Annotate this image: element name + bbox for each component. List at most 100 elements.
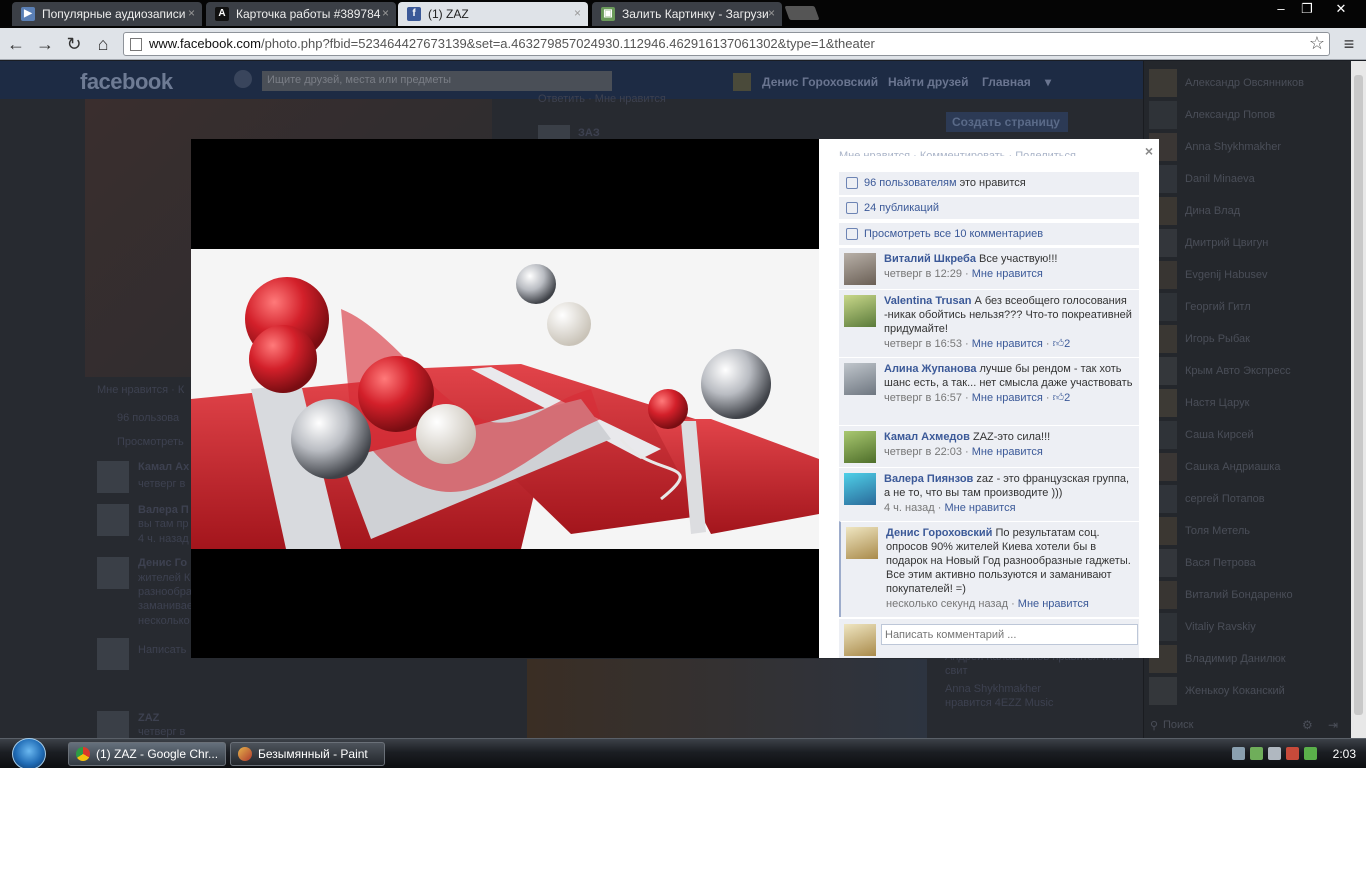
taskbar-item-chrome[interactable]: (1) ZAZ - Google Chr... xyxy=(68,742,226,766)
close-tab-icon[interactable]: × xyxy=(382,6,389,20)
volume-icon[interactable] xyxy=(1286,747,1299,760)
home-icon[interactable]: ⌂ xyxy=(92,33,114,55)
chat-friend-row[interactable]: Настя Царук xyxy=(1149,389,1349,417)
chat-friend-row[interactable]: Сашка Андриашка xyxy=(1149,453,1349,481)
chat-friend-row[interactable]: Вася Петрова xyxy=(1149,549,1349,577)
page-scrollbar[interactable] xyxy=(1351,61,1366,738)
tray-icon[interactable] xyxy=(1232,747,1245,760)
commenter-avatar[interactable] xyxy=(844,431,876,463)
dim-replies: Ответить · Мне нравится xyxy=(538,93,666,105)
dim-view-text: Просмотреть xyxy=(117,436,184,448)
chat-search-input[interactable]: Поиск xyxy=(1145,715,1285,735)
comment-time[interactable]: четверг в 16:53 xyxy=(884,338,962,350)
chat-friend-row[interactable]: Георгий Гитл xyxy=(1149,293,1349,321)
chat-friend-row[interactable]: Женькоу Коканский xyxy=(1149,677,1349,705)
chat-friend-row[interactable]: Vitaliy Ravskiy xyxy=(1149,613,1349,641)
chat-friend-row[interactable]: Толя Метель xyxy=(1149,517,1349,545)
commenter-avatar[interactable] xyxy=(844,295,876,327)
bookmark-star-icon[interactable]: ☆ xyxy=(1309,33,1325,54)
reload-icon[interactable]: ↻ xyxy=(63,33,85,55)
view-all-comments-link[interactable]: Просмотреть все 10 комментариев xyxy=(864,228,1043,240)
comment-like-count[interactable]: 2 xyxy=(1064,392,1070,404)
back-icon[interactable]: ← xyxy=(5,33,27,55)
close-window-button[interactable]: ✕ xyxy=(1325,0,1357,18)
comment-like-link[interactable]: Мне нравится xyxy=(944,502,1015,514)
chat-friend-row[interactable]: Владимир Данилюк xyxy=(1149,645,1349,673)
comment-author[interactable]: Valentina Trusan xyxy=(884,295,971,307)
chat-friend-row[interactable]: Anna Shykhmakher xyxy=(1149,133,1349,161)
close-tab-icon[interactable]: × xyxy=(574,6,581,20)
thumbs-up-icon: 👍︎ xyxy=(1052,392,1065,404)
comment-author[interactable]: Валера Пиянзов xyxy=(884,473,973,485)
shares-link[interactable]: 24 публикаций xyxy=(864,202,939,214)
chevron-down-icon[interactable]: ▾ xyxy=(1045,75,1051,89)
comment-time[interactable]: несколько секунд назад xyxy=(886,598,1008,610)
facebook-icon: f xyxy=(407,7,421,21)
user-avatar[interactable] xyxy=(733,73,751,91)
address-bar[interactable]: www.facebook.com/photo.php?fbid=52346442… xyxy=(123,32,1330,56)
chat-friend-row[interactable]: Игорь Рыбак xyxy=(1149,325,1349,353)
close-tab-icon[interactable]: × xyxy=(768,6,775,20)
comment-text: Все участвую!!! xyxy=(979,253,1058,265)
commenter-avatar[interactable] xyxy=(844,473,876,505)
taskbar-item-paint[interactable]: Безымянный - Paint xyxy=(230,742,385,766)
facebook-logo[interactable]: facebook xyxy=(80,69,173,95)
tray-icon[interactable] xyxy=(1250,747,1263,760)
chat-friend-row[interactable]: Виталий Бондаренко xyxy=(1149,581,1349,609)
comment-like-link[interactable]: Мне нравится xyxy=(972,338,1043,350)
comment-time[interactable]: 4 ч. назад xyxy=(884,502,935,514)
chat-friend-row[interactable]: Саша Кирсей xyxy=(1149,421,1349,449)
notifications-icon[interactable] xyxy=(234,70,252,88)
chat-friend-row[interactable]: Александр Овсянников xyxy=(1149,69,1349,97)
tab-image-upload[interactable]: ▣ Залить Картинку - Загрузи × xyxy=(592,2,782,26)
tab-zaz[interactable]: f (1) ZAZ × xyxy=(398,2,588,26)
chat-friend-name: Evgenij Habusev xyxy=(1185,269,1268,281)
comment-author[interactable]: Алина Жупанова xyxy=(884,363,976,375)
comment-author[interactable]: Камал Ахмедов xyxy=(884,431,970,443)
restore-button[interactable]: ❐ xyxy=(1292,0,1322,18)
comment-time[interactable]: четверг в 16:57 xyxy=(884,392,962,404)
close-icon[interactable]: × xyxy=(1145,143,1153,159)
likes-link[interactable]: 96 пользователям xyxy=(864,177,957,189)
commenter-avatar[interactable] xyxy=(846,527,878,559)
chat-friend-row[interactable]: Крым Авто Экспресс xyxy=(1149,357,1349,385)
close-tab-icon[interactable]: × xyxy=(188,6,195,20)
comment-author[interactable]: Виталий Шкреба xyxy=(884,253,976,265)
dim-right3: Anna Shykhmakher xyxy=(945,683,1041,695)
comment-meta: четверг в 12:29 · Мне нравится xyxy=(884,268,1043,280)
comment-like-link[interactable]: Мне нравится xyxy=(972,446,1043,458)
commenter-avatar[interactable] xyxy=(844,363,876,395)
comment-like-link[interactable]: Мне нравится xyxy=(1018,598,1089,610)
nav-find-friends[interactable]: Найти друзей xyxy=(888,75,968,89)
chat-friend-row[interactable]: Evgenij Habusev xyxy=(1149,261,1349,289)
comment-time[interactable]: четверг в 22:03 xyxy=(884,446,962,458)
network-icon[interactable] xyxy=(1268,747,1281,760)
comment-time[interactable]: четверг в 12:29 xyxy=(884,268,962,280)
nvidia-icon[interactable] xyxy=(1304,747,1317,760)
gear-icon[interactable]: ⚙ xyxy=(1302,718,1313,732)
chat-friend-row[interactable]: Дмитрий Цвигун xyxy=(1149,229,1349,257)
scrollbar-thumb[interactable] xyxy=(1354,75,1363,715)
christmas-gifts-photo[interactable] xyxy=(191,249,819,549)
comment-input[interactable] xyxy=(881,624,1138,645)
start-button[interactable] xyxy=(12,738,46,768)
comment-like-count[interactable]: 2 xyxy=(1064,338,1070,350)
wrench-menu-icon[interactable]: ≡ xyxy=(1338,33,1360,55)
commenter-avatar[interactable] xyxy=(844,253,876,285)
forward-icon[interactable]: → xyxy=(34,33,56,55)
chat-friend-row[interactable]: Danil Minaeva xyxy=(1149,165,1349,193)
fb-search-input[interactable]: Ищите друзей, места или предметы xyxy=(262,71,612,91)
chat-friend-row[interactable]: Александр Попов xyxy=(1149,101,1349,129)
tab-audio[interactable]: ▶ Популярные аудиозаписи × xyxy=(12,2,202,26)
nav-home[interactable]: Главная xyxy=(982,75,1031,89)
popout-icon[interactable]: ⇥ xyxy=(1328,718,1338,732)
comment-like-link[interactable]: Мне нравится xyxy=(972,268,1043,280)
nav-user[interactable]: Денис Гороховский xyxy=(762,75,878,89)
comment-author[interactable]: Денис Гороховский xyxy=(886,527,992,539)
create-page-button[interactable]: Создать страницу xyxy=(946,112,1068,132)
chat-friend-row[interactable]: сергей Потапов xyxy=(1149,485,1349,513)
chat-friend-row[interactable]: Дина Влад xyxy=(1149,197,1349,225)
comment-like-link[interactable]: Мне нравится xyxy=(972,392,1043,404)
tab-work-card[interactable]: A Карточка работы #389784 × xyxy=(206,2,396,26)
new-tab-button[interactable] xyxy=(784,6,820,20)
